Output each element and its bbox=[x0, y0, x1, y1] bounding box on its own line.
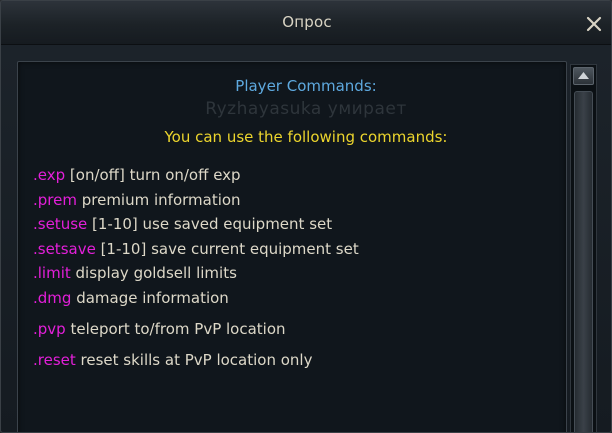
command-description: [on/off] turn on/off exp bbox=[65, 166, 241, 184]
window-title: Опрос bbox=[282, 13, 332, 31]
command-name: .setuse bbox=[33, 215, 88, 233]
command-name: .exp bbox=[33, 166, 66, 184]
command-description: reset skills at PvP location only bbox=[75, 351, 313, 369]
scroll-up-button[interactable] bbox=[573, 67, 594, 85]
command-item-setuse: .setuse [1-10] use saved equipment set bbox=[33, 215, 332, 233]
command-description: premium information bbox=[76, 191, 241, 209]
page-heading: Player Commands: bbox=[235, 77, 377, 95]
command-item-dmg: .dmg damage information bbox=[33, 289, 229, 307]
command-item-setsave: .setsave [1-10] save current equipment s… bbox=[33, 240, 359, 258]
command-item-exp: .exp [on/off] turn on/off exp bbox=[33, 166, 241, 184]
close-button[interactable] bbox=[583, 13, 605, 35]
command-description: teleport to/from PvP location bbox=[65, 320, 286, 338]
chevron-up-icon bbox=[578, 72, 589, 79]
command-description: [1-10] use saved equipment set bbox=[87, 215, 333, 233]
command-name: .pvp bbox=[33, 320, 66, 338]
command-name: .limit bbox=[33, 264, 71, 282]
command-name: .prem bbox=[33, 191, 77, 209]
dialog-window: Опрос Ryzhayasuka умирает Player Command… bbox=[0, 0, 612, 433]
command-name: .dmg bbox=[33, 289, 72, 307]
vertical-scrollbar[interactable] bbox=[570, 64, 597, 432]
scroll-thumb[interactable] bbox=[574, 91, 593, 432]
command-description: damage information bbox=[71, 289, 229, 307]
page-subheading: You can use the following commands: bbox=[164, 128, 448, 146]
command-item-reset: .reset reset skills at PvP location only bbox=[33, 351, 312, 369]
command-description: [1-10] save current equipment set bbox=[95, 240, 359, 258]
command-item-pvp: .pvp teleport to/from PvP location bbox=[33, 320, 286, 338]
close-icon bbox=[586, 16, 602, 32]
command-description: display goldsell limits bbox=[70, 264, 237, 282]
command-name: .setsave bbox=[33, 240, 96, 258]
command-item-limit: .limit display goldsell limits bbox=[33, 264, 237, 282]
command-name: .reset bbox=[33, 351, 76, 369]
command-item-prem: .prem premium information bbox=[33, 191, 241, 209]
background-overlay-text: Ryzhayasuka умирает bbox=[205, 99, 407, 119]
title-bar[interactable]: Опрос bbox=[1, 1, 611, 45]
